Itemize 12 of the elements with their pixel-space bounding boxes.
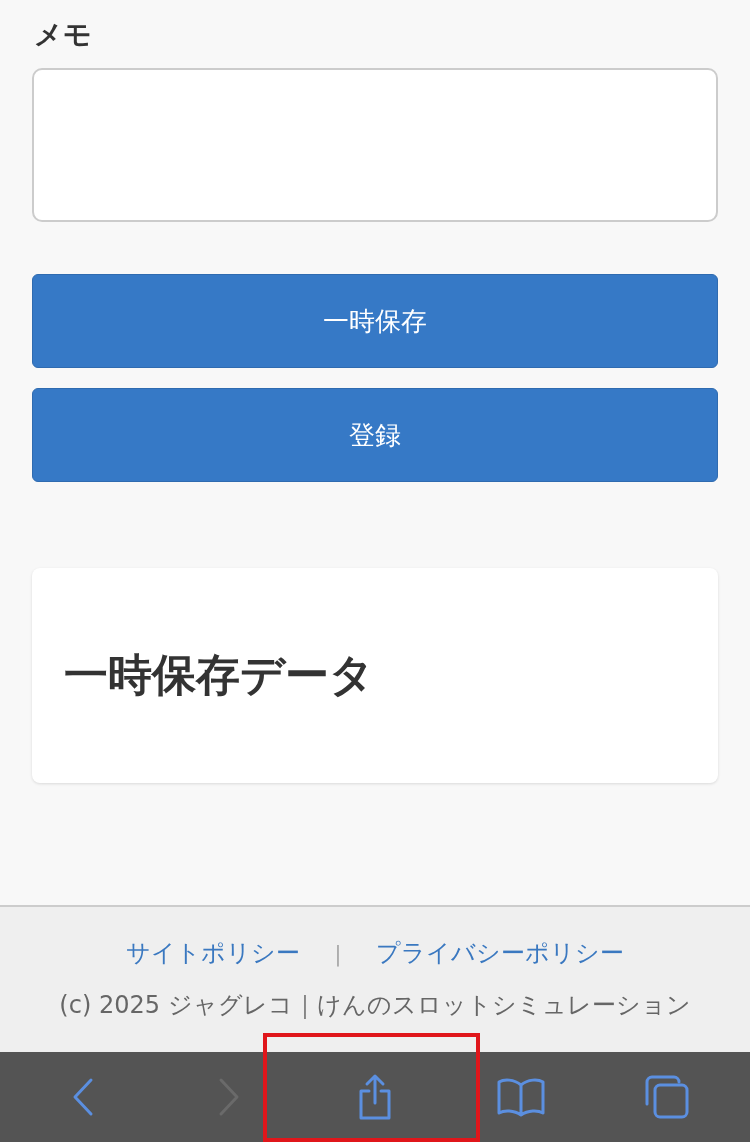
separator: | [334, 940, 342, 966]
temp-save-button[interactable]: 一時保存 [32, 274, 718, 368]
memo-label: メモ [34, 18, 93, 52]
copyright-text: (c) 2025 ジャグレコ｜けんのスロットシミュレーション [59, 990, 691, 1021]
footer-link[interactable]: サイトポリシー [126, 937, 301, 969]
book-icon [496, 1077, 546, 1117]
card-title: 一時保存データ [64, 648, 374, 702]
back-icon [72, 1077, 94, 1117]
register-button[interactable]: 登録 [32, 388, 718, 482]
tabs-icon [644, 1074, 690, 1120]
footer-link[interactable]: プライバシーポリシー [375, 937, 624, 969]
memo-field[interactable] [32, 68, 718, 222]
